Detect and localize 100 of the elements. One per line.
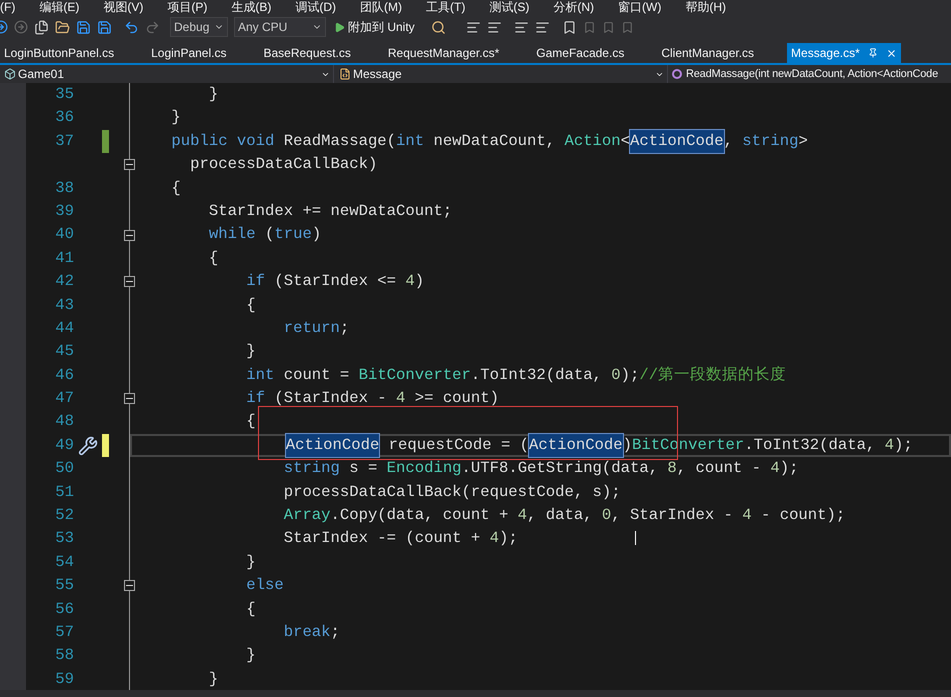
code-token: { [170, 178, 181, 199]
document-tab[interactable]: BaseRequest.cs [259, 43, 355, 63]
code-token: 4 [742, 505, 752, 526]
line-number: 42 [54, 271, 74, 292]
find-icon[interactable] [430, 20, 446, 34]
code-token: if [245, 271, 266, 292]
code-token: { [245, 294, 256, 316]
line-number: 50 [54, 458, 74, 480]
line-number: 35 [54, 84, 74, 105]
line-number: 43 [54, 294, 74, 316]
code-token: } [245, 645, 256, 666]
forward-icon[interactable] [14, 20, 28, 34]
highlighted-reference: ActionCode [630, 130, 724, 154]
code-token: StarIndex += newDataCount; [208, 200, 452, 222]
pin-icon[interactable] [868, 48, 878, 58]
menu-item[interactable]: 编辑(E) [39, 0, 80, 14]
line-number: 59 [54, 668, 74, 690]
code-token: ); [498, 528, 518, 550]
code-token: .UTF8.GetString(data, [462, 458, 660, 480]
save-all-icon[interactable] [97, 20, 112, 34]
code-token: BitConverter [358, 364, 471, 386]
code-token: } [245, 552, 256, 573]
platform-dropdown[interactable]: Any CPU [234, 17, 326, 37]
document-tab[interactable]: Message.cs* [787, 43, 901, 63]
menu-item[interactable]: 分析(N) [553, 0, 594, 14]
line-number: 57 [54, 622, 74, 643]
code-token: int [245, 364, 274, 386]
code-token: 4 [518, 505, 528, 526]
document-tab[interactable]: GameFacade.cs [532, 43, 628, 63]
code-token: , StarIndex - [611, 505, 734, 526]
code-token: public [170, 130, 228, 152]
menu-item[interactable]: 生成(B) [231, 0, 272, 14]
collapse-icon[interactable] [124, 159, 135, 170]
line-number: 49 [54, 434, 74, 456]
code-token: ); [620, 364, 640, 386]
start-button[interactable]: 附加到 Unity [332, 17, 417, 37]
menu-item[interactable]: (F) [0, 0, 16, 14]
save-icon[interactable] [76, 20, 91, 34]
line-number: 38 [54, 178, 74, 199]
code-token: , [724, 130, 734, 152]
code-token: 4 [490, 528, 499, 550]
open-folder-icon[interactable] [55, 20, 70, 34]
code-token: newDataCount, [432, 130, 556, 152]
code-token: else [245, 575, 284, 596]
line-number: 41 [54, 248, 74, 269]
document-tab[interactable]: LoginPanel.cs [147, 43, 230, 63]
code-token: ); [894, 434, 913, 456]
code-token: { [245, 598, 256, 620]
menu-item[interactable]: 调试(D) [295, 0, 336, 14]
code-token: 8 [667, 458, 677, 480]
code-token: processDataCallBack(requestCode, s); [282, 482, 621, 503]
code-token: int [396, 130, 424, 152]
code-token: (StarIndex <= [273, 271, 398, 292]
collapse-icon[interactable] [124, 230, 135, 241]
code-token: ) [622, 434, 632, 456]
line-number: 52 [54, 505, 74, 526]
line-number: 36 [54, 107, 74, 128]
line-number: 56 [54, 598, 74, 620]
code-token: Encoding [386, 458, 462, 480]
document-tab[interactable]: ClientManager.cs [657, 43, 758, 63]
menu-item[interactable]: 项目(P) [167, 0, 208, 14]
menu-item[interactable]: 团队(M) [360, 0, 402, 14]
line-number: 45 [54, 341, 74, 362]
line-number: 51 [54, 482, 74, 503]
close-icon[interactable] [886, 48, 897, 58]
line-number: 53 [54, 528, 74, 550]
menu-item[interactable]: 测试(S) [489, 0, 530, 14]
line-number: 40 [54, 224, 74, 246]
highlighted-reference: ActionCode [286, 434, 380, 458]
line-number: 58 [54, 645, 74, 666]
redo-icon[interactable] [145, 20, 160, 34]
new-item-icon[interactable] [34, 20, 49, 34]
code-token: 4 [396, 388, 406, 410]
line-number: 39 [54, 200, 74, 222]
line-number: 37 [54, 130, 74, 152]
menu-item[interactable]: 帮助(H) [685, 0, 726, 14]
code-token: (StarIndex - [273, 388, 388, 410]
code-token: requestCode = ( [388, 434, 530, 456]
code-token: StarIndex -= (count + [282, 528, 482, 550]
code-token: ) [414, 271, 424, 292]
quick-action-icon[interactable] [78, 436, 98, 456]
menu-item[interactable]: 视图(V) [103, 0, 144, 14]
menu-item[interactable]: 窗口(W) [618, 0, 662, 14]
bookmark-icon[interactable] [562, 20, 577, 34]
collapse-icon[interactable] [124, 276, 135, 288]
collapse-icon[interactable] [124, 393, 135, 404]
method-icon [672, 69, 682, 79]
class-icon [339, 68, 351, 80]
collapse-icon[interactable] [124, 580, 135, 592]
code-token: true [274, 224, 312, 246]
play-icon [334, 22, 345, 32]
code-token: while [208, 224, 256, 246]
document-tab[interactable]: LoginButtonPanel.cs [0, 43, 118, 63]
code-token: .Copy(data, count + [330, 505, 510, 526]
document-tab[interactable]: RequestManager.cs* [384, 43, 504, 63]
code-token: ) [312, 224, 322, 246]
undo-icon[interactable] [124, 20, 139, 34]
menu-item[interactable]: 工具(T) [426, 0, 466, 14]
configuration-dropdown[interactable]: Debug [170, 17, 228, 37]
member-dropdown[interactable]: ReadMassage(int newDataCount, Action<ActionCode [668, 65, 951, 83]
